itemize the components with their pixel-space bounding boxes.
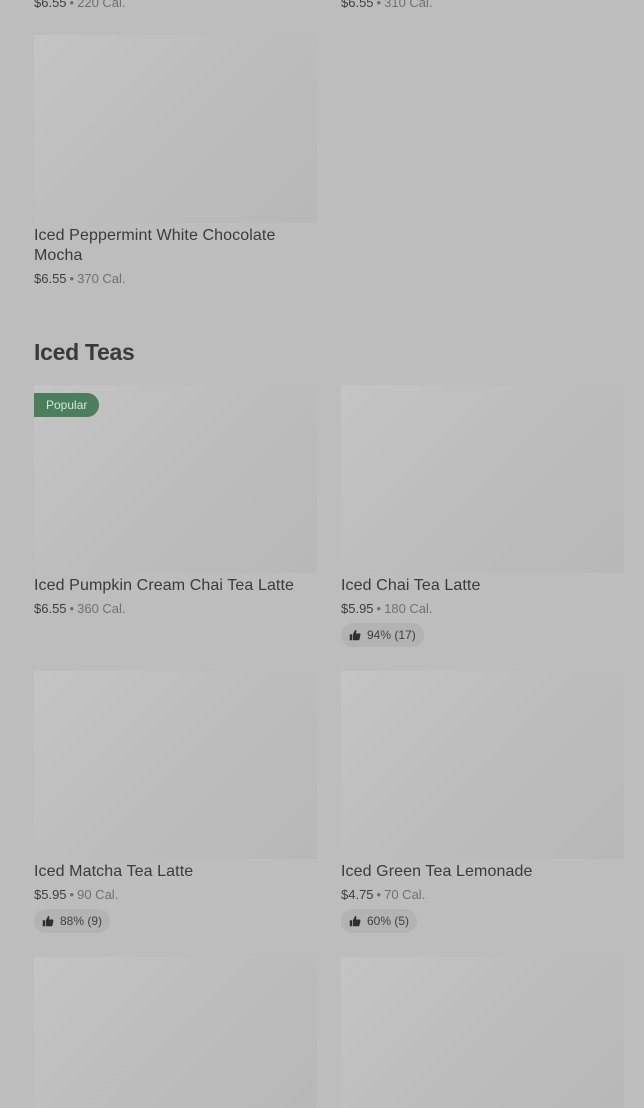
thumbs-up-icon xyxy=(349,915,361,927)
rating-value: 94% (17) xyxy=(367,628,416,642)
item-calories: 220 Cal. xyxy=(77,0,126,10)
item-price: $6.55 xyxy=(34,0,67,10)
item-calories: 70 Cal. xyxy=(384,887,426,902)
item-title[interactable]: Iced Pumpkin Cream Chai Tea Latte xyxy=(34,576,294,596)
item-calories: 370 Cal. xyxy=(77,271,126,286)
item-meta: $4.75 • 70 Cal. xyxy=(341,887,425,903)
item-image[interactable] xyxy=(341,385,624,573)
rating-value: 88% (9) xyxy=(60,914,103,928)
item-calories: 180 Cal. xyxy=(384,601,433,616)
item-image[interactable] xyxy=(34,671,317,859)
item-price: $5.95 xyxy=(34,887,67,902)
rating-value: 60% (5) xyxy=(367,914,410,928)
meta-separator: • xyxy=(69,887,75,902)
item-meta: $6.55 • 370 Cal. xyxy=(34,271,126,287)
item-title[interactable]: Iced Green Tea Lemonade xyxy=(341,862,532,882)
item-title[interactable]: Iced Chai Tea Latte xyxy=(341,576,480,596)
thumbs-up-icon xyxy=(349,629,361,641)
item-image[interactable] xyxy=(341,671,624,859)
item-meta: $6.55 • 360 Cal. xyxy=(34,601,126,617)
item-price: $5.95 xyxy=(341,601,374,616)
meta-separator: • xyxy=(69,0,75,10)
item-image[interactable] xyxy=(341,957,624,1108)
item-image-peppermint[interactable] xyxy=(34,35,317,223)
popular-badge: Popular xyxy=(34,393,100,417)
item-image[interactable] xyxy=(34,957,317,1108)
item-price: $4.75 xyxy=(341,887,374,902)
meta-separator: • xyxy=(69,601,75,616)
rating-pill: 88% (9) xyxy=(34,909,111,933)
thumbs-up-icon xyxy=(42,915,54,927)
item-title[interactable]: Iced Peppermint White Chocolate Mocha xyxy=(34,226,317,266)
item-meta: $6.55 • 220 Cal. xyxy=(34,0,126,11)
item-price: $6.55 xyxy=(34,601,67,616)
item-price: $6.55 xyxy=(341,0,374,10)
rating-pill: 94% (17) xyxy=(341,623,424,647)
section-title-iced-teas: Iced Teas xyxy=(34,339,135,365)
item-price: $6.55 xyxy=(34,271,67,286)
meta-separator: • xyxy=(376,887,382,902)
item-calories: 360 Cal. xyxy=(77,601,126,616)
item-meta: $5.95 • 90 Cal. xyxy=(34,887,118,903)
rating-pill: 60% (5) xyxy=(341,909,418,933)
item-calories: 310 Cal. xyxy=(384,0,433,10)
item-calories: 90 Cal. xyxy=(77,887,119,902)
meta-separator: • xyxy=(376,0,382,10)
item-meta: $6.55 • 310 Cal. xyxy=(341,0,433,11)
item-title[interactable]: Iced Matcha Tea Latte xyxy=(34,862,193,882)
meta-separator: • xyxy=(376,601,382,616)
meta-separator: • xyxy=(69,271,75,286)
item-meta: $5.95 • 180 Cal. xyxy=(341,601,433,617)
